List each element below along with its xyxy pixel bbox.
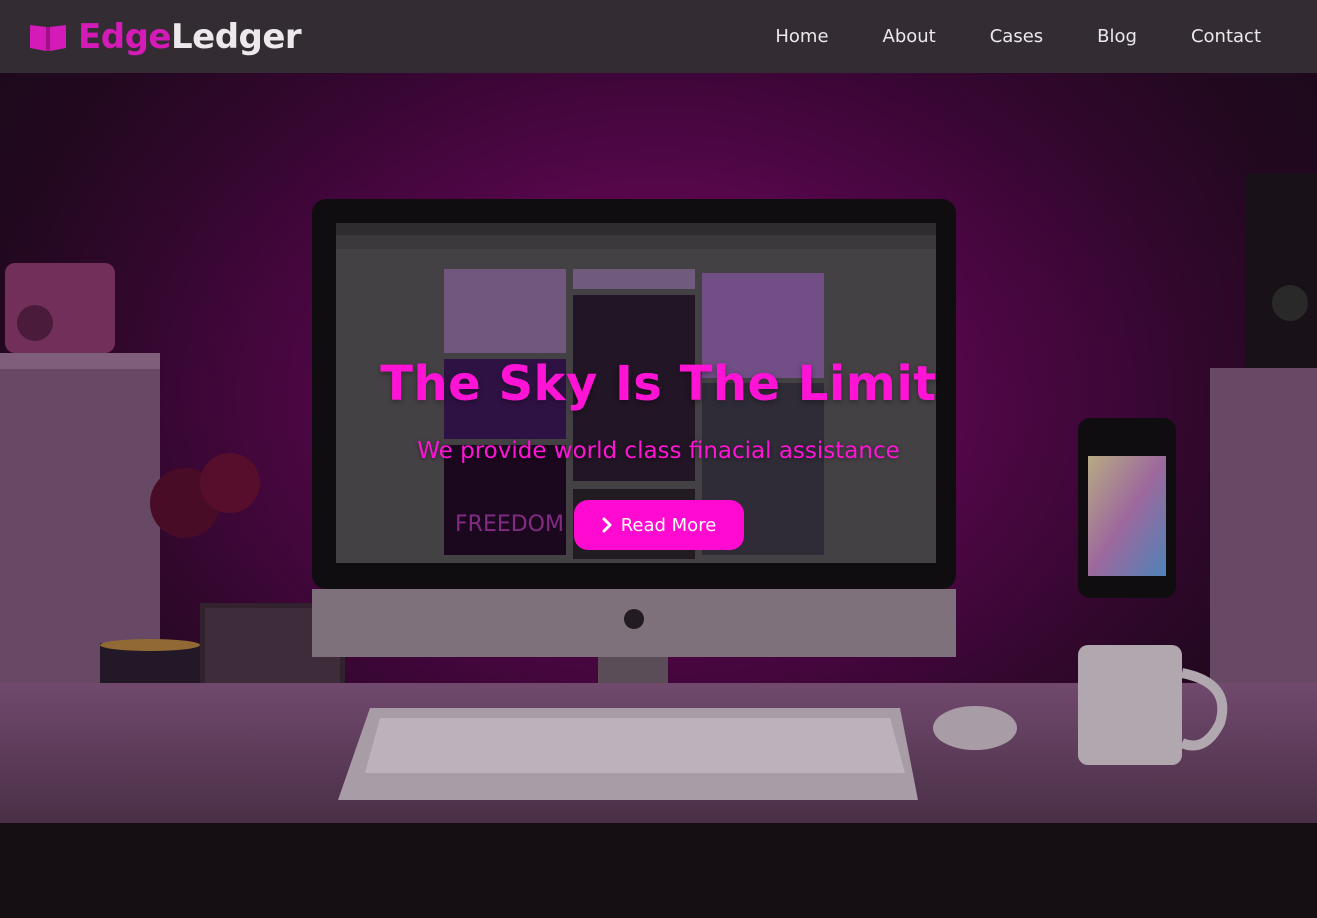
hero-title: The Sky Is The Limit — [380, 356, 937, 412]
brand-name-part2: Ledger — [170, 16, 302, 57]
hero-content: The Sky Is The Limit We provide world cl… — [0, 73, 1317, 918]
nav-home[interactable]: Home — [775, 0, 828, 73]
read-more-button[interactable]: Read More — [573, 500, 744, 550]
hero-subtitle: We provide world class finacial assistan… — [417, 438, 900, 464]
nav-blog[interactable]: Blog — [1043, 0, 1137, 73]
main-nav: Home About Cases Blog Contact — [775, 0, 1261, 73]
navbar: EdgeLedger Home About Cases Blog Contact — [0, 0, 1317, 73]
open-book-icon — [30, 24, 66, 51]
nav-contact[interactable]: Contact — [1137, 0, 1261, 73]
chevron-right-icon — [602, 517, 612, 533]
brand-logo[interactable]: EdgeLedger — [28, 16, 302, 57]
brand-name-part1: Edge — [78, 16, 171, 57]
read-more-label: Read More — [620, 514, 717, 536]
nav-about[interactable]: About — [829, 0, 936, 73]
brand-name: EdgeLedger — [78, 16, 302, 57]
hero-section: FREEDOM The Sky Is The Limit We provide … — [0, 73, 1317, 918]
nav-cases[interactable]: Cases — [936, 0, 1043, 73]
